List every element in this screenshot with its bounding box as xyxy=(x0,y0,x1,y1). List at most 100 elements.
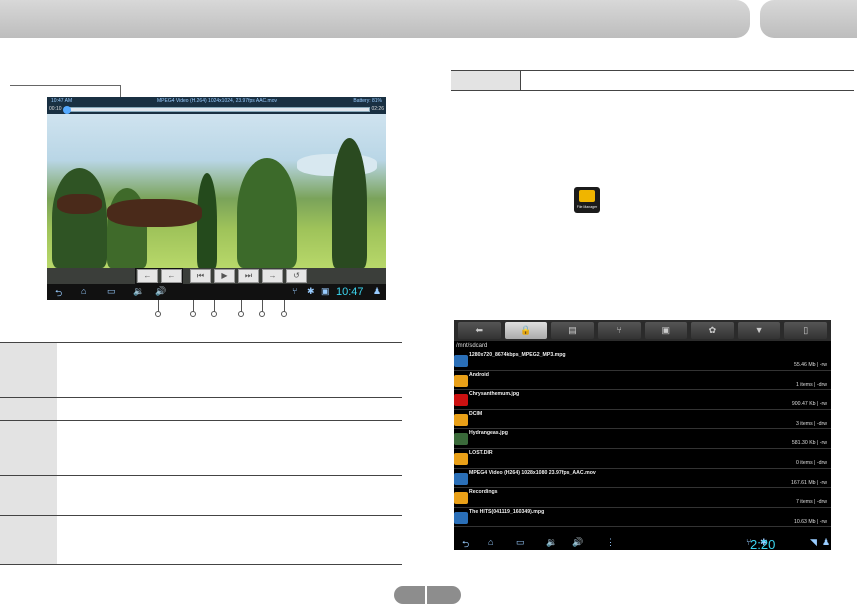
control-button[interactable]: ↺ xyxy=(286,269,307,283)
volume-down-icon[interactable]: 🔉 xyxy=(133,286,144,297)
file-row[interactable]: DCIM 3 items | -drw xyxy=(454,410,831,430)
horse xyxy=(57,194,102,214)
leader-marker xyxy=(238,311,244,317)
control-button[interactable]: ▶ xyxy=(214,269,235,283)
app-caption: File Manager xyxy=(576,205,598,209)
row-label-cell xyxy=(0,516,57,564)
status-time: 10:47 AM xyxy=(51,98,73,104)
tree xyxy=(197,173,217,268)
file-manager-tab[interactable]: 🔒 xyxy=(504,322,548,339)
table-row xyxy=(0,342,402,398)
recent-apps-icon[interactable]: ▭ xyxy=(107,286,116,297)
file-row[interactable]: MPEG4 Video (H264) 1028x1080 23.97fps_AA… xyxy=(454,469,831,489)
wifi-icon: ◥ xyxy=(810,537,817,547)
home-icon[interactable]: ⌂ xyxy=(488,537,493,547)
file-name: LOST.DIR xyxy=(469,449,493,456)
image-thumbnail-icon xyxy=(454,394,468,407)
file-row[interactable]: Android 1 items | -drw xyxy=(454,371,831,391)
table-row xyxy=(0,398,402,421)
android-icon: ✱ xyxy=(307,286,315,296)
file-manager-tab[interactable]: ▣ xyxy=(644,322,688,339)
file-manager-tab[interactable]: ▼ xyxy=(737,322,781,339)
volume-up-icon[interactable]: 🔊 xyxy=(572,537,583,548)
file-meta: 3 items | -drw xyxy=(795,420,827,427)
user-icon: ♟ xyxy=(822,537,831,547)
file-name: MPEG4 Video (H264) 1028x1080 23.97fps_AA… xyxy=(469,469,596,476)
volume-up-icon[interactable]: 🔊 xyxy=(155,286,166,297)
file-manager: ⬅ 🔒 ▤ ⑂ ▣ ✿ ▼ ▯ /mnt/sdcard 1280x720_8674kbps_M… xyxy=(454,320,831,550)
tree xyxy=(332,138,367,268)
file-manager-tab[interactable]: ✿ xyxy=(691,322,734,339)
control-buttons: ← ← ⏮ ▶ ⏭ → ↺ xyxy=(137,269,307,283)
menu-icon[interactable]: ⋮ xyxy=(606,537,615,548)
home-icon[interactable]: ⌂ xyxy=(81,286,86,296)
file-manager-tabs: ⬅ 🔒 ▤ ⑂ ▣ ✿ ▼ ▯ xyxy=(454,320,831,341)
progress-knob[interactable] xyxy=(63,106,71,114)
control-button[interactable]: ⏭ xyxy=(238,269,259,283)
user-icon: ♟ xyxy=(373,286,382,296)
video-file-icon xyxy=(454,355,468,367)
row-label-cell xyxy=(0,343,57,397)
file-row[interactable]: Chrysanthemum.jpg 900.47 Kb | -rw xyxy=(454,390,831,410)
file-name: Recordings xyxy=(469,489,498,496)
file-manager-tab[interactable]: ⑂ xyxy=(597,322,641,339)
progress-bar[interactable] xyxy=(63,106,370,114)
back-icon[interactable]: ⮌ xyxy=(462,537,469,550)
file-manager-app-icon[interactable]: File Manager xyxy=(574,187,600,213)
clock: 2:20 xyxy=(750,537,776,550)
control-button[interactable]: → xyxy=(262,269,283,283)
video-file-icon xyxy=(454,511,468,524)
control-button[interactable]: ← xyxy=(137,269,158,283)
image-thumbnail-icon xyxy=(454,433,468,446)
file-row[interactable]: 1280x720_8674kbps_MPEG2_MP3.mpg 55.46 Mb … xyxy=(454,351,831,371)
system-nav-bar: ⮌ ⌂ ▭ 🔉 🔊 ⋮ ⑂ ✱ 2:20 ◥ ♟ xyxy=(454,534,831,550)
video-player[interactable]: 10:47 AM MPEG4 Video (H.264) 1024x1024, … xyxy=(47,97,386,300)
folder-icon xyxy=(454,492,468,505)
row-label-cell xyxy=(0,476,57,515)
file-manager-tab[interactable]: ⬅ xyxy=(458,322,501,339)
file-list: 1280x720_8674kbps_MPEG2_MP3.mpg 55.46 Mb … xyxy=(454,351,831,528)
file-meta: 0 items | -drw xyxy=(795,459,827,466)
volume-down-icon[interactable]: 🔉 xyxy=(546,537,557,548)
description-table xyxy=(0,342,402,565)
storage-icon: ▣ xyxy=(321,286,330,296)
folder-icon xyxy=(454,374,468,387)
leader-marker xyxy=(190,311,196,317)
back-icon[interactable]: ⮌ xyxy=(55,286,62,300)
system-nav-bar: ⮌ ⌂ ▭ 🔉 🔊 ⑂ ✱ ▣ 10:47 ♟ xyxy=(47,284,386,300)
progress-area: 00:10 02:26 xyxy=(47,105,386,114)
file-name: Hydrangeas.jpg xyxy=(469,430,508,437)
file-name: 1280x720_8674kbps_MPEG2_MP3.mpg xyxy=(469,352,566,358)
file-manager-tab[interactable]: ▯ xyxy=(784,322,827,339)
file-name: Android xyxy=(469,371,489,378)
recent-apps-icon[interactable]: ▭ xyxy=(516,537,525,548)
file-meta: 167.61 Mb | -rw xyxy=(791,479,827,486)
leader-marker xyxy=(281,311,287,317)
leader-marker xyxy=(259,311,265,317)
current-path: /mnt/sdcard xyxy=(454,341,831,351)
header-bar xyxy=(0,0,750,38)
file-name: DCIM xyxy=(469,410,483,417)
video-file-icon xyxy=(454,472,468,485)
leader-marker xyxy=(211,311,217,317)
row-label-cell xyxy=(0,398,57,420)
duration-time: 02:26 xyxy=(371,106,384,112)
table-row xyxy=(0,476,402,516)
control-button[interactable]: ← xyxy=(161,269,182,283)
file-meta: 900.47 Kb | -rw xyxy=(791,401,827,408)
table-row xyxy=(0,421,402,476)
page-number-pill xyxy=(394,586,461,604)
tree xyxy=(237,158,297,268)
video-frame xyxy=(47,114,386,268)
file-manager-tab[interactable]: ▤ xyxy=(551,322,594,339)
battery-status: Battery: 81% xyxy=(353,98,382,104)
leader-marker xyxy=(155,311,161,317)
file-row[interactable]: Recordings 7 items | -drw xyxy=(454,488,831,508)
control-button[interactable]: ⏮ xyxy=(190,269,211,283)
row-label-cell xyxy=(0,421,57,475)
header-tab xyxy=(760,0,857,38)
file-row[interactable]: The HITS(041119_160349).mpg 10.63 Mb | -r… xyxy=(454,508,831,528)
file-row[interactable]: Hydrangeas.jpg 581.30 Kb | -rw xyxy=(454,429,831,449)
file-name: Chrysanthemum.jpg xyxy=(469,391,520,398)
file-row[interactable]: LOST.DIR 0 items | -drw xyxy=(454,449,831,469)
